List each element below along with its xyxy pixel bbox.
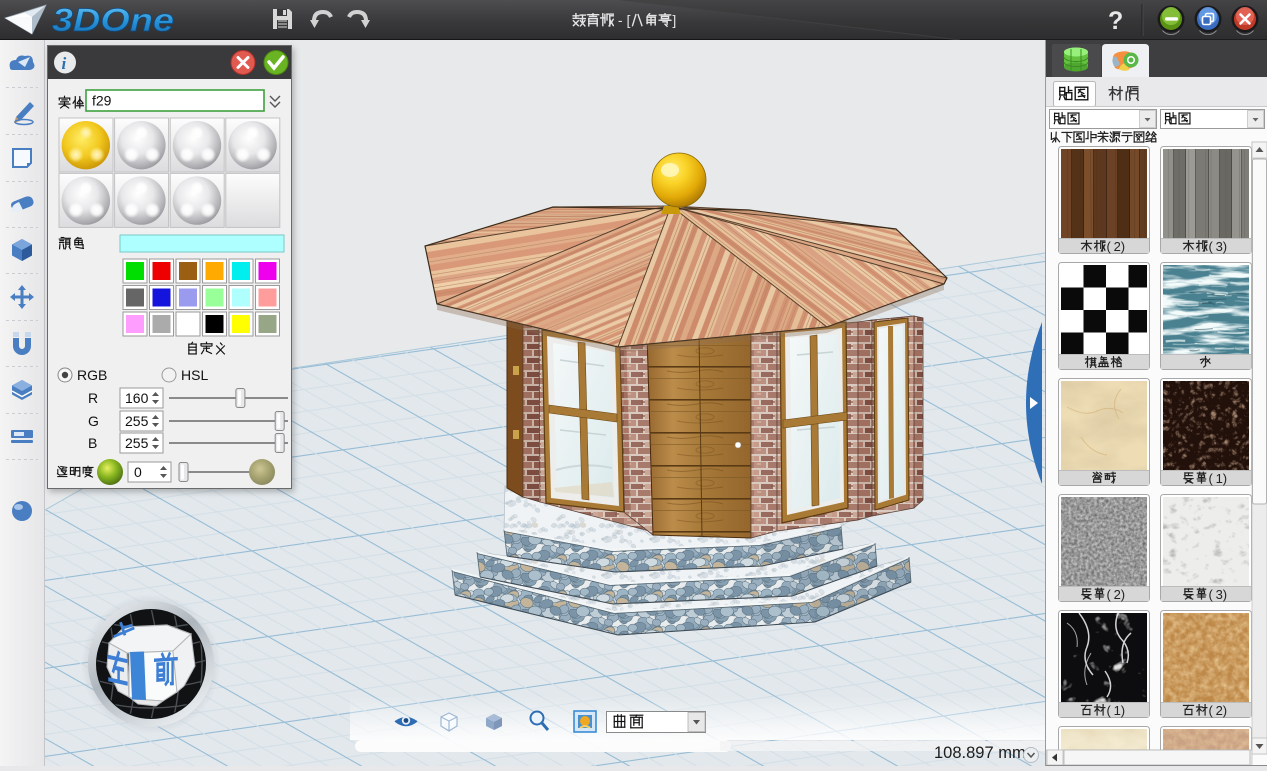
svg-text:3: 3	[1216, 239, 1223, 254]
svg-text:(: (	[1107, 239, 1112, 254]
svg-text:255: 255	[125, 413, 149, 429]
svg-text:(: (	[1107, 703, 1112, 718]
svg-text:): )	[1223, 471, 1227, 486]
svg-text:): )	[1121, 703, 1125, 718]
svg-text:(: (	[1107, 587, 1112, 602]
svg-text:3DOne: 3DOne	[52, 2, 174, 38]
svg-text:(: (	[1209, 239, 1214, 254]
svg-text:255: 255	[125, 435, 149, 451]
svg-text:): )	[1223, 239, 1227, 254]
svg-text:0: 0	[134, 464, 142, 480]
svg-text:): )	[1121, 587, 1125, 602]
svg-text:G: G	[88, 413, 99, 429]
svg-text:f29: f29	[92, 93, 112, 109]
svg-text:2: 2	[1114, 239, 1121, 254]
svg-text:160: 160	[125, 390, 149, 406]
svg-text:): )	[1223, 587, 1227, 602]
svg-text:RGB: RGB	[77, 367, 107, 383]
svg-text:2: 2	[1216, 703, 1223, 718]
svg-text:108.897 mm: 108.897 mm	[934, 744, 1026, 762]
svg-text:i: i	[62, 54, 67, 73]
svg-text:(: (	[1209, 587, 1214, 602]
svg-text:HSL: HSL	[181, 367, 208, 383]
svg-text:R: R	[88, 390, 98, 406]
svg-text:B: B	[88, 435, 97, 451]
svg-text:(: (	[1209, 703, 1214, 718]
svg-text:(: (	[1209, 471, 1214, 486]
svg-text:): )	[1223, 703, 1227, 718]
svg-text:1: 1	[1114, 703, 1121, 718]
svg-text:1: 1	[1216, 471, 1223, 486]
svg-text:3: 3	[1216, 587, 1223, 602]
svg-text:): )	[1121, 239, 1125, 254]
svg-text:2: 2	[1114, 587, 1121, 602]
svg-text:?: ?	[1108, 7, 1123, 35]
